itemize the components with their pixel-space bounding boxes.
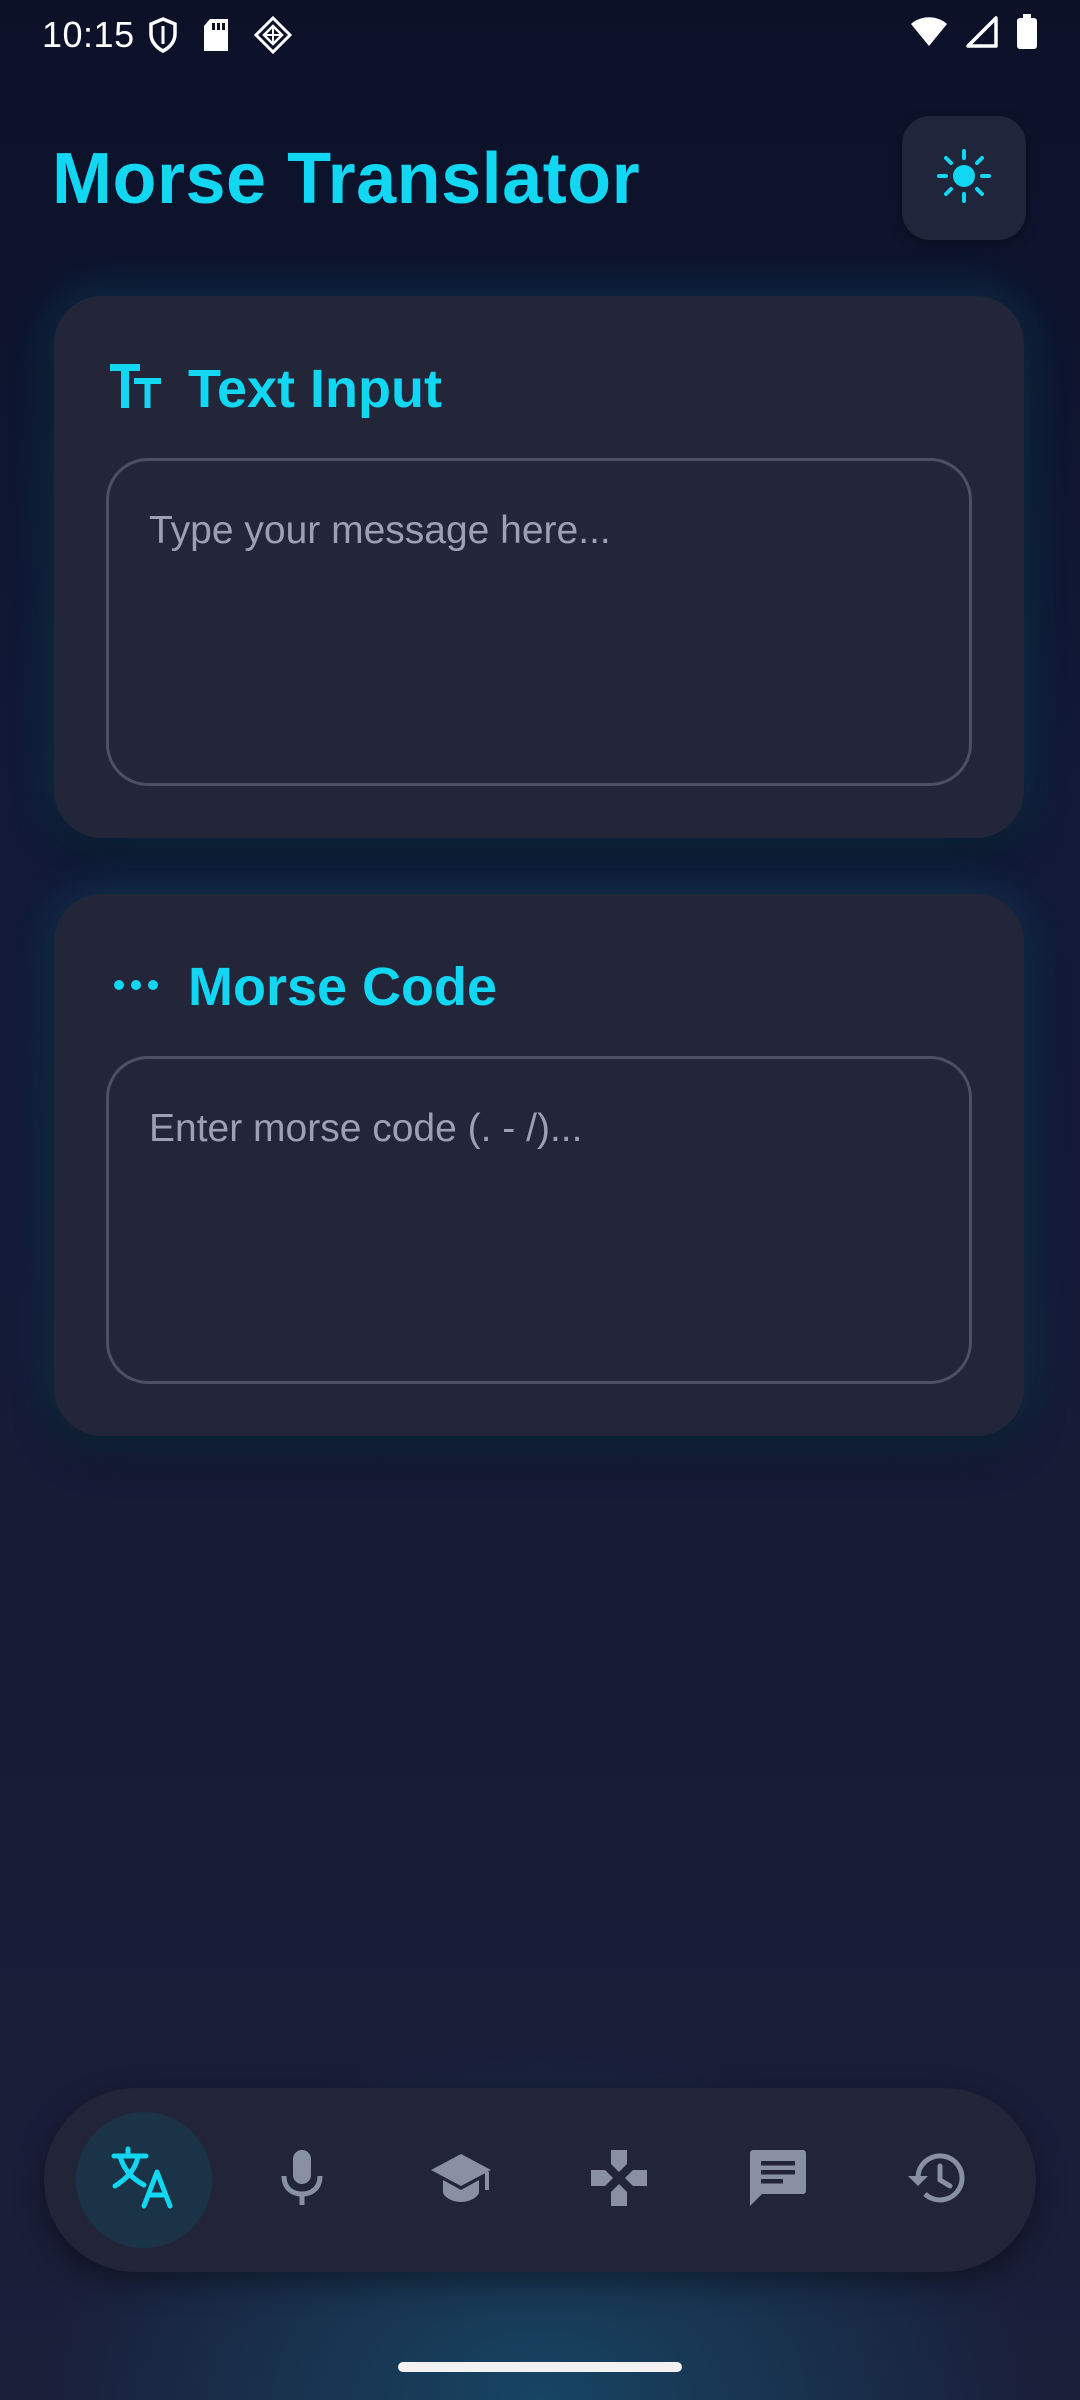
nav-chat[interactable] (710, 2112, 846, 2248)
text-input-textarea[interactable] (109, 461, 969, 783)
morse-code-title: Morse Code (188, 957, 498, 1017)
wifi-icon (910, 16, 948, 53)
text-input-title: Text Input (188, 359, 442, 419)
microphone-icon (277, 2148, 327, 2213)
status-bar: 10:15 (0, 0, 1080, 74)
nav-translate[interactable] (76, 2112, 212, 2248)
nav-history[interactable] (868, 2112, 1004, 2248)
morse-code-textarea[interactable] (109, 1059, 969, 1381)
text-input-card-header: Text Input (110, 358, 442, 420)
home-indicator[interactable] (398, 2362, 682, 2372)
chat-icon (748, 2148, 808, 2213)
dots-icon (110, 962, 162, 1013)
translate-icon (111, 2146, 177, 2215)
morse-code-card-header: Morse Code (110, 956, 497, 1018)
status-time: 10:15 (42, 14, 135, 55)
sun-icon (936, 148, 992, 209)
nav-learn[interactable] (393, 2112, 529, 2248)
signal-icon (966, 16, 998, 53)
text-input-card: Text Input (54, 296, 1024, 838)
school-icon (429, 2152, 493, 2209)
morse-code-card: Morse Code (54, 894, 1024, 1436)
battery-icon (1016, 14, 1038, 55)
app-title: Morse Translator (52, 139, 641, 219)
morse-code-field[interactable] (106, 1056, 972, 1384)
status-left-icons (148, 15, 293, 59)
nav-game[interactable] (551, 2112, 687, 2248)
gamepad-icon (589, 2148, 649, 2213)
history-icon (906, 2150, 966, 2211)
nav-microphone[interactable] (234, 2112, 370, 2248)
bottom-nav (44, 2088, 1036, 2272)
text-format-icon (110, 363, 162, 415)
vpn-diamond-icon (253, 15, 293, 59)
status-right-icons (910, 14, 1038, 55)
theme-toggle-button[interactable] (902, 116, 1026, 240)
sd-card-icon (202, 18, 230, 57)
shield-icon (148, 17, 178, 58)
text-input-field[interactable] (106, 458, 972, 786)
